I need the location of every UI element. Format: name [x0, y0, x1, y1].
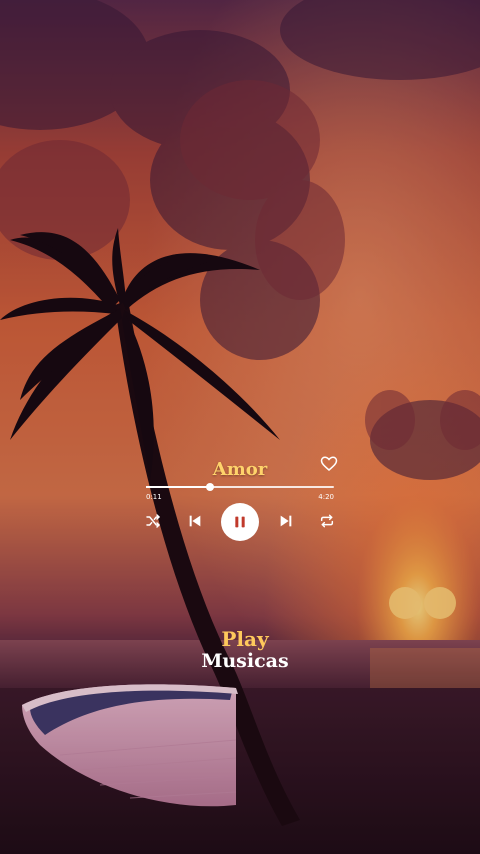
current-time: 0:11	[146, 493, 162, 501]
progress-bar[interactable]	[146, 483, 334, 491]
app-brand: Play Musicas	[180, 628, 310, 672]
progress-fill	[146, 486, 210, 488]
heart-outline-icon	[320, 456, 338, 471]
brand-line-2: Musicas	[201, 650, 289, 672]
previous-button[interactable]	[186, 512, 204, 530]
repeat-button[interactable]	[318, 512, 336, 530]
pause-button[interactable]	[221, 503, 259, 541]
shuffle-icon	[146, 514, 160, 528]
progress-thumb[interactable]	[205, 483, 214, 491]
brand-line-1: Play	[221, 627, 269, 651]
song-title: Amor	[212, 459, 268, 480]
pause-icon	[235, 516, 245, 528]
total-time: 4:20	[318, 493, 334, 501]
next-button[interactable]	[277, 512, 295, 530]
favorite-button[interactable]	[320, 455, 338, 473]
shuffle-button[interactable]	[144, 512, 162, 530]
background-image	[0, 0, 480, 854]
music-player: Amor 0:11 4:20	[140, 455, 340, 545]
skip-next-icon	[280, 515, 292, 527]
repeat-icon	[320, 514, 334, 528]
playback-controls	[140, 503, 340, 541]
skip-previous-icon	[189, 515, 201, 527]
